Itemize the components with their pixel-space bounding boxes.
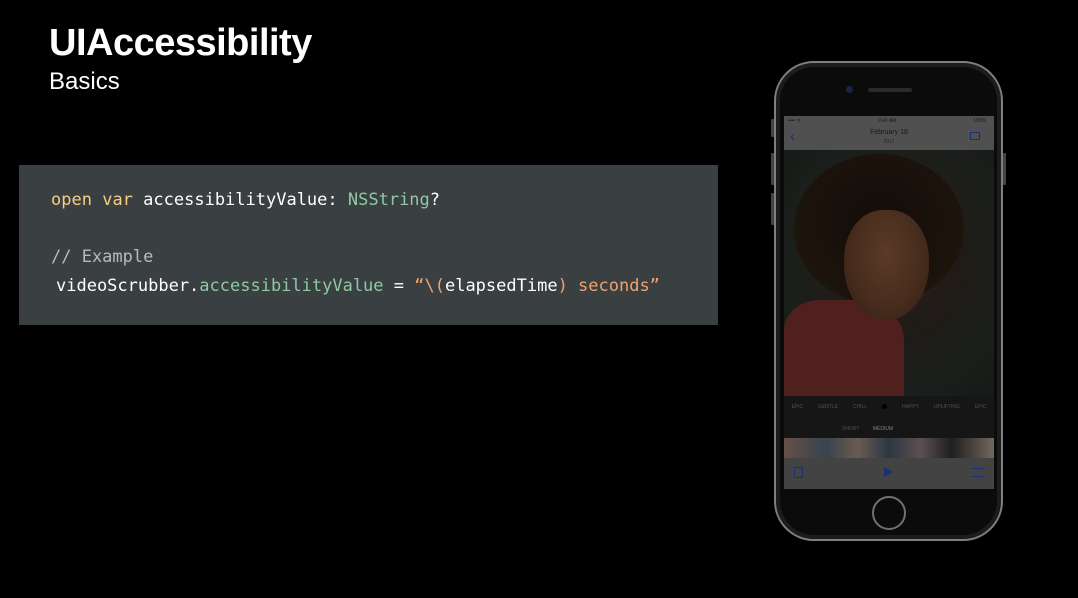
code-receiver: videoScrubber.	[56, 276, 200, 296]
volume-up-button	[771, 153, 774, 185]
volume-down-button	[771, 193, 774, 225]
slide-subtitle: Basics	[49, 68, 120, 95]
earpiece-speaker	[868, 88, 912, 92]
nav-bar: ‹ February 18 2017	[784, 126, 994, 150]
length-selector: SHORT MEDIUM	[842, 426, 905, 432]
code-identifier: accessibilityValue:	[143, 190, 338, 210]
home-button[interactable]	[872, 496, 906, 530]
code-line-declaration: open var accessibilityValue: NSString?	[51, 190, 440, 210]
bottom-toolbar	[784, 458, 994, 489]
code-optional-mark: ?	[429, 190, 441, 210]
mute-switch	[771, 119, 774, 137]
nav-subtitle: 2017	[883, 139, 895, 145]
airplay-icon[interactable]	[970, 132, 980, 140]
code-property: accessibilityValue	[199, 276, 384, 296]
code-interpolation: elapsedTime	[444, 276, 558, 296]
code-operator: =	[383, 276, 415, 296]
signal-indicator: •••• ᯤ	[788, 118, 801, 124]
mood-selected-dot-icon[interactable]	[882, 404, 888, 409]
front-camera	[846, 86, 853, 93]
mood-selector[interactable]: EPIC GENTLE CHILL HAPPY UPLIFTING EPIC S…	[784, 396, 994, 438]
photo-subject-face	[844, 210, 929, 320]
memory-video-frame	[784, 150, 994, 396]
mood-option[interactable]: EPIC	[975, 404, 987, 410]
phone-screen: •••• ᯤ 9:41 AM 100% ‹ February 18 2017 E…	[784, 116, 994, 489]
code-type: NSString	[347, 190, 430, 210]
code-panel: open var accessibilityValue: NSString? /…	[19, 165, 718, 325]
mood-option[interactable]: EPIC	[791, 404, 803, 410]
code-comment: // Example	[51, 247, 154, 267]
battery-indicator: 100%	[973, 118, 986, 124]
code-keyword-open: open	[51, 190, 92, 210]
code-string-open: “\(	[414, 276, 445, 296]
status-time: 9:41 AM	[878, 118, 897, 124]
mood-list: EPIC GENTLE CHILL HAPPY UPLIFTING EPIC	[784, 404, 994, 410]
adjust-icon[interactable]	[972, 468, 984, 477]
mood-option[interactable]: UPLIFTING	[934, 404, 960, 410]
code-string-close: ) seconds”	[557, 276, 660, 296]
code-line-example: videoScrubber.accessibilityValue = “\(el…	[56, 276, 660, 296]
status-bar: •••• ᯤ 9:41 AM 100%	[784, 116, 994, 126]
nav-title: February 18	[870, 129, 908, 136]
length-medium[interactable]: MEDIUM	[873, 426, 893, 432]
mood-option[interactable]: CHILL	[853, 404, 867, 410]
iphone-mockup: •••• ᯤ 9:41 AM 100% ‹ February 18 2017 E…	[771, 61, 1006, 541]
play-icon[interactable]	[884, 467, 893, 477]
mood-option[interactable]: GENTLE	[818, 404, 838, 410]
video-scrubber[interactable]	[784, 438, 994, 458]
share-icon[interactable]	[794, 467, 803, 478]
slide-title: UIAccessibility	[49, 22, 312, 64]
length-short[interactable]: SHORT	[842, 426, 859, 432]
mood-option[interactable]: HAPPY	[902, 404, 919, 410]
code-keyword-var: var	[102, 190, 133, 210]
power-button	[1003, 153, 1006, 185]
